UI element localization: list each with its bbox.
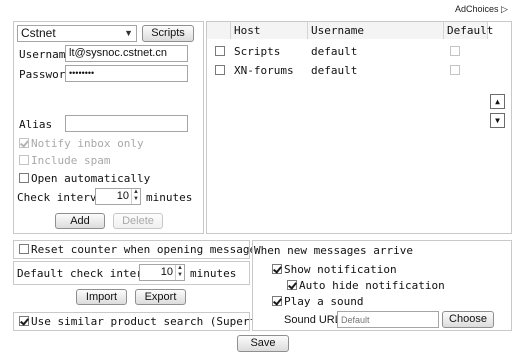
- similar-product-search-checkbox[interactable]: [19, 316, 29, 326]
- show-notification-checkbox[interactable]: [272, 264, 282, 274]
- auto-hide-notification-checkbox[interactable]: [287, 280, 297, 290]
- play-sound-checkbox[interactable]: [272, 296, 282, 306]
- new-messages-panel: When new messages arrive Show notificati…: [252, 240, 512, 331]
- move-up-button[interactable]: ▲: [490, 94, 505, 109]
- reset-counter-checkbox[interactable]: [19, 244, 29, 254]
- play-sound-label: Play a sound: [284, 295, 364, 308]
- notify-inbox-only-checkbox[interactable]: [19, 138, 29, 148]
- accounts-table: Host Username Default Scripts default XN…: [206, 21, 512, 234]
- row-select-checkbox[interactable]: [215, 46, 225, 56]
- sound-url-label: Sound URL: [284, 314, 341, 326]
- row-select-checkbox[interactable]: [215, 65, 225, 75]
- stepper-down-icon: ▼: [133, 196, 139, 202]
- adchoices-label: AdChoices: [455, 4, 499, 14]
- stepper-arrows[interactable]: ▲ ▼: [175, 265, 184, 280]
- default-check-interval-box: Default check interval 10 ▲ ▼ minutes: [13, 261, 250, 285]
- scripts-button[interactable]: Scripts: [142, 25, 194, 42]
- arrow-down-icon: ▼: [495, 116, 500, 125]
- stepper-up-icon: ▲: [177, 265, 183, 271]
- table-header-default: Default: [444, 22, 493, 39]
- arrow-up-icon: ▲: [495, 97, 500, 106]
- export-button[interactable]: Export: [135, 289, 186, 305]
- notify-inbox-only-label: Notify inbox only: [31, 137, 144, 150]
- username-field[interactable]: lt@sysnoc.cstnet.cn: [65, 45, 188, 62]
- table-row[interactable]: XN-forums default: [207, 61, 488, 78]
- table-header-host: Host: [231, 22, 308, 39]
- delete-account-button[interactable]: Delete: [113, 213, 163, 229]
- row-host: XN-forums: [234, 64, 294, 77]
- table-header-username: Username: [308, 22, 444, 39]
- auto-hide-notification-label: Auto hide notification: [299, 279, 445, 292]
- reset-counter-box: Reset counter when opening messages: [13, 240, 263, 259]
- password-field[interactable]: ••••••••: [65, 65, 188, 82]
- choose-sound-button[interactable]: Choose: [442, 311, 494, 328]
- alias-label: Alias: [19, 118, 53, 131]
- adchoices-link[interactable]: AdChoices ▷: [455, 4, 508, 15]
- include-spam-checkbox[interactable]: [19, 155, 29, 165]
- similar-product-search-label: Use similar product search (Superfish): [31, 315, 283, 328]
- move-down-button[interactable]: ▼: [490, 113, 505, 128]
- row-default-checkbox[interactable]: [450, 65, 460, 75]
- include-spam-label: Include spam: [31, 154, 111, 167]
- row-username: default: [311, 64, 358, 77]
- show-notification-label: Show notification: [284, 263, 397, 276]
- save-button[interactable]: Save: [237, 335, 289, 352]
- account-select-value: Cstnet: [21, 26, 56, 40]
- chevron-down-icon: ▼: [124, 28, 133, 38]
- row-default-checkbox[interactable]: [450, 46, 460, 56]
- stepper-arrows[interactable]: ▲ ▼: [131, 189, 140, 204]
- default-check-interval-value: 10: [160, 266, 173, 278]
- sound-url-field[interactable]: [337, 311, 439, 328]
- new-messages-heading: When new messages arrive: [254, 244, 413, 257]
- row-host: Scripts: [234, 45, 281, 58]
- stepper-up-icon: ▲: [133, 189, 139, 195]
- open-automatically-checkbox[interactable]: [19, 173, 29, 183]
- check-interval-unit: minutes: [146, 191, 193, 204]
- reset-counter-label: Reset counter when opening messages: [31, 243, 263, 256]
- default-check-interval-unit: minutes: [190, 267, 237, 280]
- add-account-button[interactable]: Add: [55, 213, 105, 229]
- stepper-down-icon: ▼: [177, 272, 183, 278]
- default-check-interval-stepper[interactable]: 10 ▲ ▼: [139, 264, 185, 281]
- import-button[interactable]: Import: [76, 289, 127, 305]
- similar-product-search-box: Use similar product search (Superfish): [13, 312, 283, 331]
- check-interval-stepper[interactable]: 10 ▲ ▼: [95, 188, 141, 205]
- open-automatically-label: Open automatically: [31, 172, 151, 185]
- check-interval-value: 10: [116, 190, 129, 202]
- table-row[interactable]: Scripts default: [207, 42, 488, 59]
- adchoices-icon: ▷: [501, 4, 508, 14]
- account-select[interactable]: Cstnet ▼: [17, 25, 137, 42]
- table-header-checkbox: [207, 22, 231, 39]
- alias-field[interactable]: [65, 115, 188, 132]
- row-username: default: [311, 45, 358, 58]
